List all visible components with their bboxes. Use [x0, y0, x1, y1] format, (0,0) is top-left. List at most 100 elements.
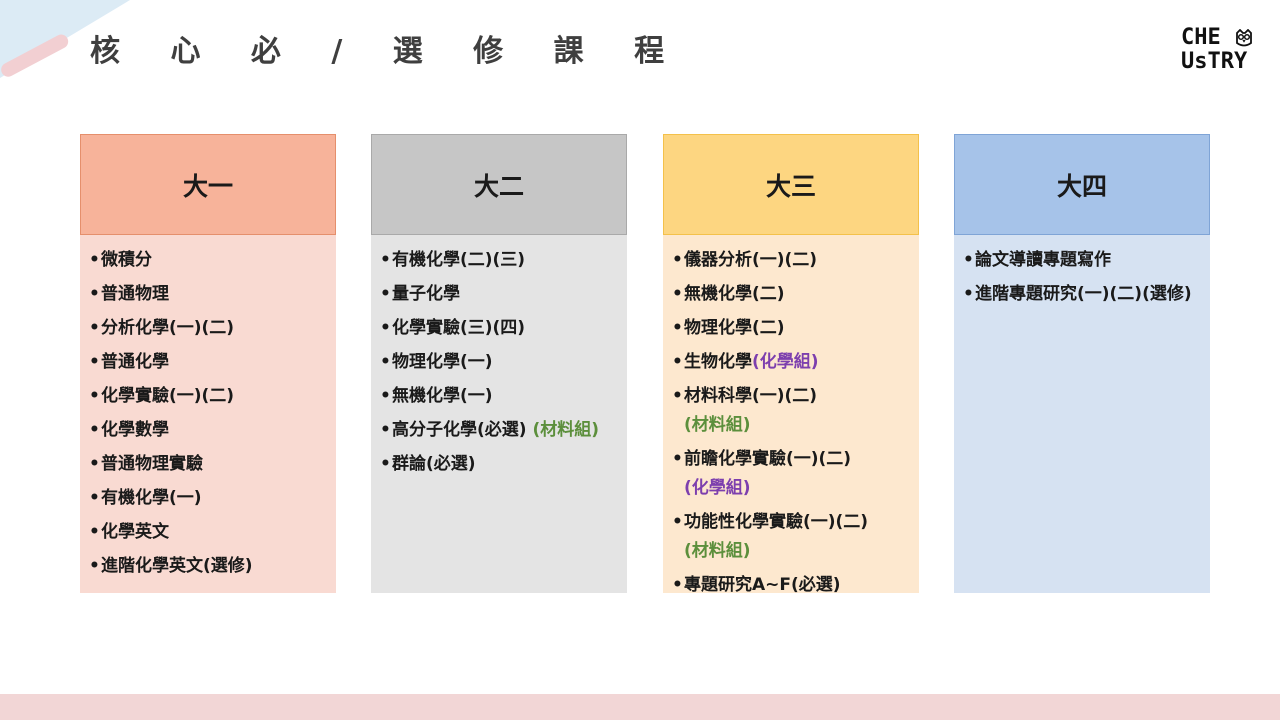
course-name: 進階化學英文(選修) [101, 556, 253, 576]
course-item: • 儀器分析(一)(二) [672, 246, 911, 275]
course-item: • 化學實驗(三)(四) [380, 314, 619, 343]
course-name: 高分子化學(必選) [392, 420, 533, 440]
chemistry-logo: CHE UsTRY [1181, 26, 1261, 76]
bullet-icon: • [672, 352, 683, 372]
bullet-icon: • [89, 420, 100, 440]
bullet-icon: • [89, 284, 100, 304]
course-name: 功能性化學實驗(一)(二) [684, 512, 869, 532]
column-header-year-2: 大二 [371, 134, 627, 235]
course-name: 化學數學 [101, 420, 169, 440]
course-item: • 微積分 [89, 246, 328, 275]
bullet-icon: • [672, 575, 683, 595]
course-name: 專題研究A~F(必選) [684, 575, 841, 595]
course-name: 化學實驗(三)(四) [392, 318, 526, 338]
bullet-icon: • [380, 352, 391, 372]
course-name: 普通化學 [101, 352, 169, 372]
course-name: 有機化學(二)(三) [392, 250, 526, 270]
course-name: 化學英文 [101, 522, 169, 542]
course-item: • 論文導讀專題寫作 [963, 246, 1202, 275]
bullet-icon: • [89, 352, 100, 372]
course-item: • 普通化學 [89, 348, 328, 377]
course-item: • 化學數學 [89, 416, 328, 445]
course-name: 無機化學(二) [684, 284, 785, 304]
course-group-tag: (化學組) [684, 478, 751, 498]
bullet-icon: • [380, 318, 391, 338]
course-item: • 普通物理實驗 [89, 450, 328, 479]
column-body-year-4: • 論文導讀專題寫作 • 進階專題研究(一)(二)(選修) [954, 235, 1210, 593]
course-group-tag: (材料組) [684, 415, 751, 435]
course-item: • 生物化學(化學組) [672, 348, 911, 377]
bullet-icon: • [89, 556, 100, 576]
bullet-icon: • [89, 318, 100, 338]
course-item: • 專題研究A~F(必選) [672, 571, 911, 600]
course-name: 無機化學(一) [392, 386, 493, 406]
column-body-year-3: • 儀器分析(一)(二) • 無機化學(二) • 物理化學(二) • 生物化學(化學組) • 材料… [663, 235, 919, 595]
course-item: • 分析化學(一)(二) [89, 314, 328, 343]
course-item: • 高分子化學(必選) (材料組) [380, 416, 619, 445]
bullet-icon: • [672, 512, 683, 532]
course-item: • 前瞻化學實驗(一)(二) (化學組) [672, 445, 911, 503]
course-name: 儀器分析(一)(二) [684, 250, 818, 270]
course-group-tag: (化學組) [752, 352, 819, 372]
course-name: 物理化學(一) [392, 352, 493, 372]
bullet-icon: • [672, 284, 683, 304]
bullet-icon: • [672, 449, 683, 469]
bullet-icon: • [963, 250, 974, 270]
course-name: 前瞻化學實驗(一)(二) [684, 449, 852, 469]
page-title: 核 心 必 / 選 修 課 程 [90, 34, 685, 69]
course-name: 生物化學 [684, 352, 752, 372]
course-name: 普通物理 [101, 284, 169, 304]
course-item: • 有機化學(二)(三) [380, 246, 619, 275]
course-item: • 物理化學(二) [672, 314, 911, 343]
bullet-icon: • [89, 386, 100, 406]
bullet-icon: • [963, 284, 974, 304]
course-item: • 進階化學英文(選修) [89, 552, 328, 581]
course-name: 物理化學(二) [684, 318, 785, 338]
bullet-icon: • [380, 454, 391, 474]
course-item: • 化學英文 [89, 518, 328, 547]
bullet-icon: • [380, 386, 391, 406]
course-name: 普通物理實驗 [101, 454, 203, 474]
course-item: • 量子化學 [380, 280, 619, 309]
course-item: • 無機化學(二) [672, 280, 911, 309]
column-body-year-2: • 有機化學(二)(三) • 量子化學 • 化學實驗(三)(四) • 物理化學(一) • 無機化學… [371, 235, 627, 593]
course-name: 微積分 [101, 250, 152, 270]
course-item: • 普通物理 [89, 280, 328, 309]
column-header-year-3: 大三 [663, 134, 919, 235]
course-item: • 無機化學(一) [380, 382, 619, 411]
bullet-icon: • [672, 250, 683, 270]
bullet-icon: • [672, 386, 683, 406]
course-name: 量子化學 [392, 284, 460, 304]
course-group-tag: (材料組) [532, 420, 600, 440]
column-year-4: 大四 • 論文導讀專題寫作 • 進階專題研究(一)(二)(選修) [954, 134, 1210, 593]
course-item: • 材料科學(一)(二) (材料組) [672, 382, 911, 440]
bullet-icon: • [672, 318, 683, 338]
bullet-icon: • [380, 284, 391, 304]
bottom-band [0, 694, 1280, 720]
bullet-icon: • [89, 522, 100, 542]
course-item: • 物理化學(一) [380, 348, 619, 377]
course-name: 有機化學(一) [101, 488, 202, 508]
column-year-1: 大一 • 微積分 • 普通物理 • 分析化學(一)(二) • 普通化學 • 化學實驗(一)(二) •… [80, 134, 336, 593]
course-item: • 有機化學(一) [89, 484, 328, 513]
bullet-icon: • [380, 420, 391, 440]
course-name: 論文導讀專題寫作 [975, 250, 1111, 270]
column-header-year-1: 大一 [80, 134, 336, 235]
bullet-icon: • [89, 454, 100, 474]
bullet-icon: • [89, 488, 100, 508]
course-item: • 進階專題研究(一)(二)(選修) [963, 280, 1202, 309]
course-item: • 化學實驗(一)(二) [89, 382, 328, 411]
course-group-tag: (材料組) [684, 541, 751, 561]
course-name: 進階專題研究(一)(二)(選修) [975, 284, 1192, 304]
column-year-3: 大三 • 儀器分析(一)(二) • 無機化學(二) • 物理化學(二) • 生物化學(化學組)… [663, 134, 919, 595]
column-body-year-1: • 微積分 • 普通物理 • 分析化學(一)(二) • 普通化學 • 化學實驗(一)(二) • 化學數… [80, 235, 336, 593]
logo-line-2: UsTRY [1181, 49, 1248, 74]
owl-icon [1236, 29, 1252, 47]
course-name: 分析化學(一)(二) [101, 318, 235, 338]
course-name: 群論(必選) [392, 454, 476, 474]
course-item: • 群論(必選) [380, 450, 619, 479]
bullet-icon: • [380, 250, 391, 270]
column-year-2: 大二 • 有機化學(二)(三) • 量子化學 • 化學實驗(三)(四) • 物理化學(一) • 無… [371, 134, 627, 593]
column-header-year-4: 大四 [954, 134, 1210, 235]
course-item: • 功能性化學實驗(一)(二) (材料組) [672, 508, 911, 566]
